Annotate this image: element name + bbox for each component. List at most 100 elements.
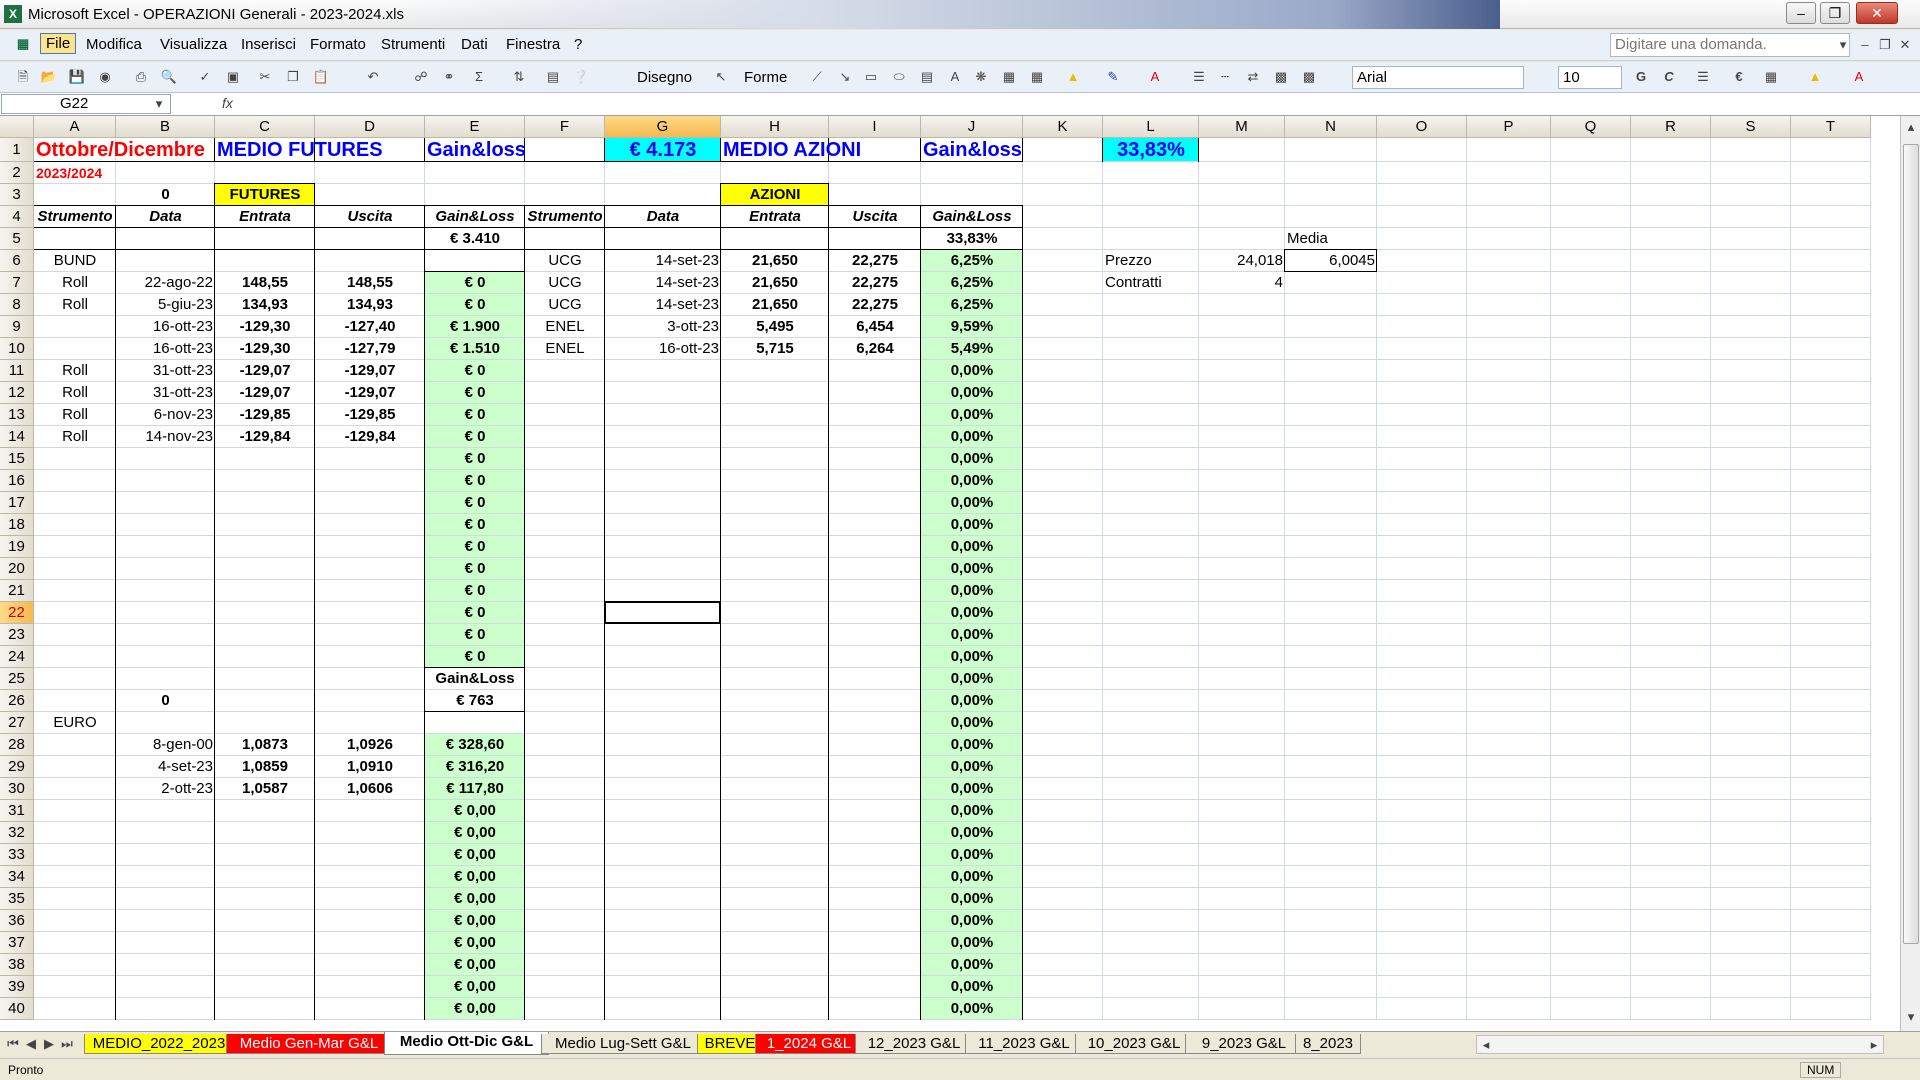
cell-g9[interactable]: 3-ott-23 — [605, 316, 721, 338]
cell-j38[interactable]: 0,00% — [921, 954, 1023, 976]
cell-fill-icon[interactable]: ▲ — [1806, 68, 1824, 86]
column-header-j[interactable]: J — [921, 116, 1023, 138]
cut-icon[interactable]: ✂ — [256, 68, 274, 86]
cell-c3[interactable]: FUTURES — [215, 184, 315, 206]
cell-j15[interactable]: 0,00% — [921, 448, 1023, 470]
row-header-14[interactable]: 14 — [0, 426, 34, 448]
row-header-21[interactable]: 21 — [0, 580, 34, 602]
cell-e7[interactable]: € 0 — [425, 272, 525, 294]
cell-m6[interactable]: 24,018 — [1199, 250, 1285, 272]
cell-h4[interactable]: Entrata — [721, 206, 829, 228]
cell-a27[interactable]: EURO — [34, 712, 116, 734]
cell-d10[interactable]: -127,79 — [315, 338, 425, 360]
cell-c7[interactable]: 148,55 — [215, 272, 315, 294]
cell-b3[interactable]: 0 — [116, 184, 215, 206]
dash-style-icon[interactable]: ┄ — [1216, 68, 1234, 86]
cell-a2[interactable]: 2023/2024 — [34, 162, 116, 184]
vertical-scrollbar[interactable]: ▴ ▾ — [1900, 116, 1920, 1031]
cell-c8[interactable]: 134,93 — [215, 294, 315, 316]
cell-i8[interactable]: 22,275 — [829, 294, 921, 316]
column-header-n[interactable]: N — [1285, 116, 1377, 138]
cell-j36[interactable]: 0,00% — [921, 910, 1023, 932]
chevron-down-icon[interactable]: ▾ — [1834, 36, 1852, 54]
cell-j30[interactable]: 0,00% — [921, 778, 1023, 800]
cell-j26[interactable]: 0,00% — [921, 690, 1023, 712]
sheet-tab[interactable]: Medio Gen-Mar G&L — [226, 1034, 392, 1054]
cell-j21[interactable]: 0,00% — [921, 580, 1023, 602]
cell-e39[interactable]: € 0,00 — [425, 976, 525, 998]
cell-j24[interactable]: 0,00% — [921, 646, 1023, 668]
cell-j8[interactable]: 6,25% — [921, 294, 1023, 316]
row-header-10[interactable]: 10 — [0, 338, 34, 360]
help-icon[interactable]: ❔ — [572, 68, 590, 86]
cell-j37[interactable]: 0,00% — [921, 932, 1023, 954]
column-header-t[interactable]: T — [1791, 116, 1871, 138]
row-header-20[interactable]: 20 — [0, 558, 34, 580]
cell-e12[interactable]: € 0 — [425, 382, 525, 404]
cell-a1[interactable]: Ottobre/Dicembre — [34, 138, 205, 162]
spelling-icon[interactable]: ✓ — [196, 68, 214, 86]
chart-wizard-icon[interactable]: ▤ — [544, 68, 562, 86]
worksheet-grid[interactable]: A B C D E F G H I J K L M N O P Q R S T 1 2 3 4 5 6 7 8 9 10 11 12 13 14 1… — [0, 116, 1900, 1031]
row-header-39[interactable]: 39 — [0, 976, 34, 998]
cell-j13[interactable]: 0,00% — [921, 404, 1023, 426]
link-icon[interactable]: ⚭ — [440, 68, 458, 86]
row-header-15[interactable]: 15 — [0, 448, 34, 470]
shapes-menu[interactable]: Forme — [744, 69, 787, 86]
cell-g4[interactable]: Data — [605, 206, 721, 228]
scroll-up-icon[interactable]: ▴ — [1902, 118, 1920, 136]
cell-j33[interactable]: 0,00% — [921, 844, 1023, 866]
cell-e21[interactable]: € 0 — [425, 580, 525, 602]
line-icon[interactable]: ⟋ — [808, 68, 826, 86]
cell-j27[interactable]: 0,00% — [921, 712, 1023, 734]
cell-d28[interactable]: 1,0926 — [315, 734, 425, 756]
cell-e33[interactable]: € 0,00 — [425, 844, 525, 866]
row-header-35[interactable]: 35 — [0, 888, 34, 910]
sheet-tab[interactable]: MEDIO_2022_2023 — [84, 1034, 234, 1054]
permission-icon[interactable]: ◉ — [96, 68, 114, 86]
cell-e17[interactable]: € 0 — [425, 492, 525, 514]
row-header-29[interactable]: 29 — [0, 756, 34, 778]
cell-g8[interactable]: 14-set-23 — [605, 294, 721, 316]
cell-e4[interactable]: Gain&Loss — [425, 206, 525, 228]
cell-j12[interactable]: 0,00% — [921, 382, 1023, 404]
currency-button[interactable]: € — [1730, 68, 1748, 86]
row-header-27[interactable]: 27 — [0, 712, 34, 734]
font-name-select[interactable]: Arial — [1352, 66, 1524, 89]
cell-h3[interactable]: AZIONI — [721, 184, 829, 206]
restore-workbook-icon[interactable]: ❐ — [1876, 36, 1894, 54]
cell-h10[interactable]: 5,715 — [721, 338, 829, 360]
cell-e34[interactable]: € 0,00 — [425, 866, 525, 888]
scroll-right-icon[interactable]: ▸ — [1865, 1036, 1883, 1054]
cell-e10[interactable]: € 1.510 — [425, 338, 525, 360]
cell-j19[interactable]: 0,00% — [921, 536, 1023, 558]
3d-icon[interactable]: ▩ — [1300, 68, 1318, 86]
column-header-k[interactable]: K — [1023, 116, 1103, 138]
print-icon[interactable]: ⎙ — [132, 68, 150, 86]
row-header-18[interactable]: 18 — [0, 514, 34, 536]
rectangle-icon[interactable]: ▭ — [862, 68, 880, 86]
cell-c14[interactable]: -129,84 — [215, 426, 315, 448]
row-header-38[interactable]: 38 — [0, 954, 34, 976]
minimize-workbook-icon[interactable]: – — [1856, 36, 1874, 54]
cell-n6[interactable]: 6,0045 — [1285, 250, 1377, 272]
select-arrow-icon[interactable]: ↖ — [712, 68, 730, 86]
cell-b26[interactable]: 0 — [116, 690, 215, 712]
cell-d13[interactable]: -129,85 — [315, 404, 425, 426]
row-header-36[interactable]: 36 — [0, 910, 34, 932]
cell-j7[interactable]: 6,25% — [921, 272, 1023, 294]
row-header-3[interactable]: 3 — [0, 184, 34, 206]
column-header-f[interactable]: F — [525, 116, 605, 138]
row-header-5[interactable]: 5 — [0, 228, 34, 250]
row-header-40[interactable]: 40 — [0, 998, 34, 1020]
cell-a13[interactable]: Roll — [34, 404, 116, 426]
workbook-icon[interactable]: ▦ — [14, 35, 32, 53]
cell-c9[interactable]: -129,30 — [215, 316, 315, 338]
cell-h6[interactable]: 21,650 — [721, 250, 829, 272]
italic-button[interactable]: C — [1660, 68, 1678, 86]
cell-e19[interactable]: € 0 — [425, 536, 525, 558]
cell-b8[interactable]: 5-giu-23 — [116, 294, 215, 316]
row-header-12[interactable]: 12 — [0, 382, 34, 404]
cell-b4[interactable]: Data — [116, 206, 215, 228]
next-sheet-icon[interactable]: ▶ — [40, 1035, 58, 1053]
